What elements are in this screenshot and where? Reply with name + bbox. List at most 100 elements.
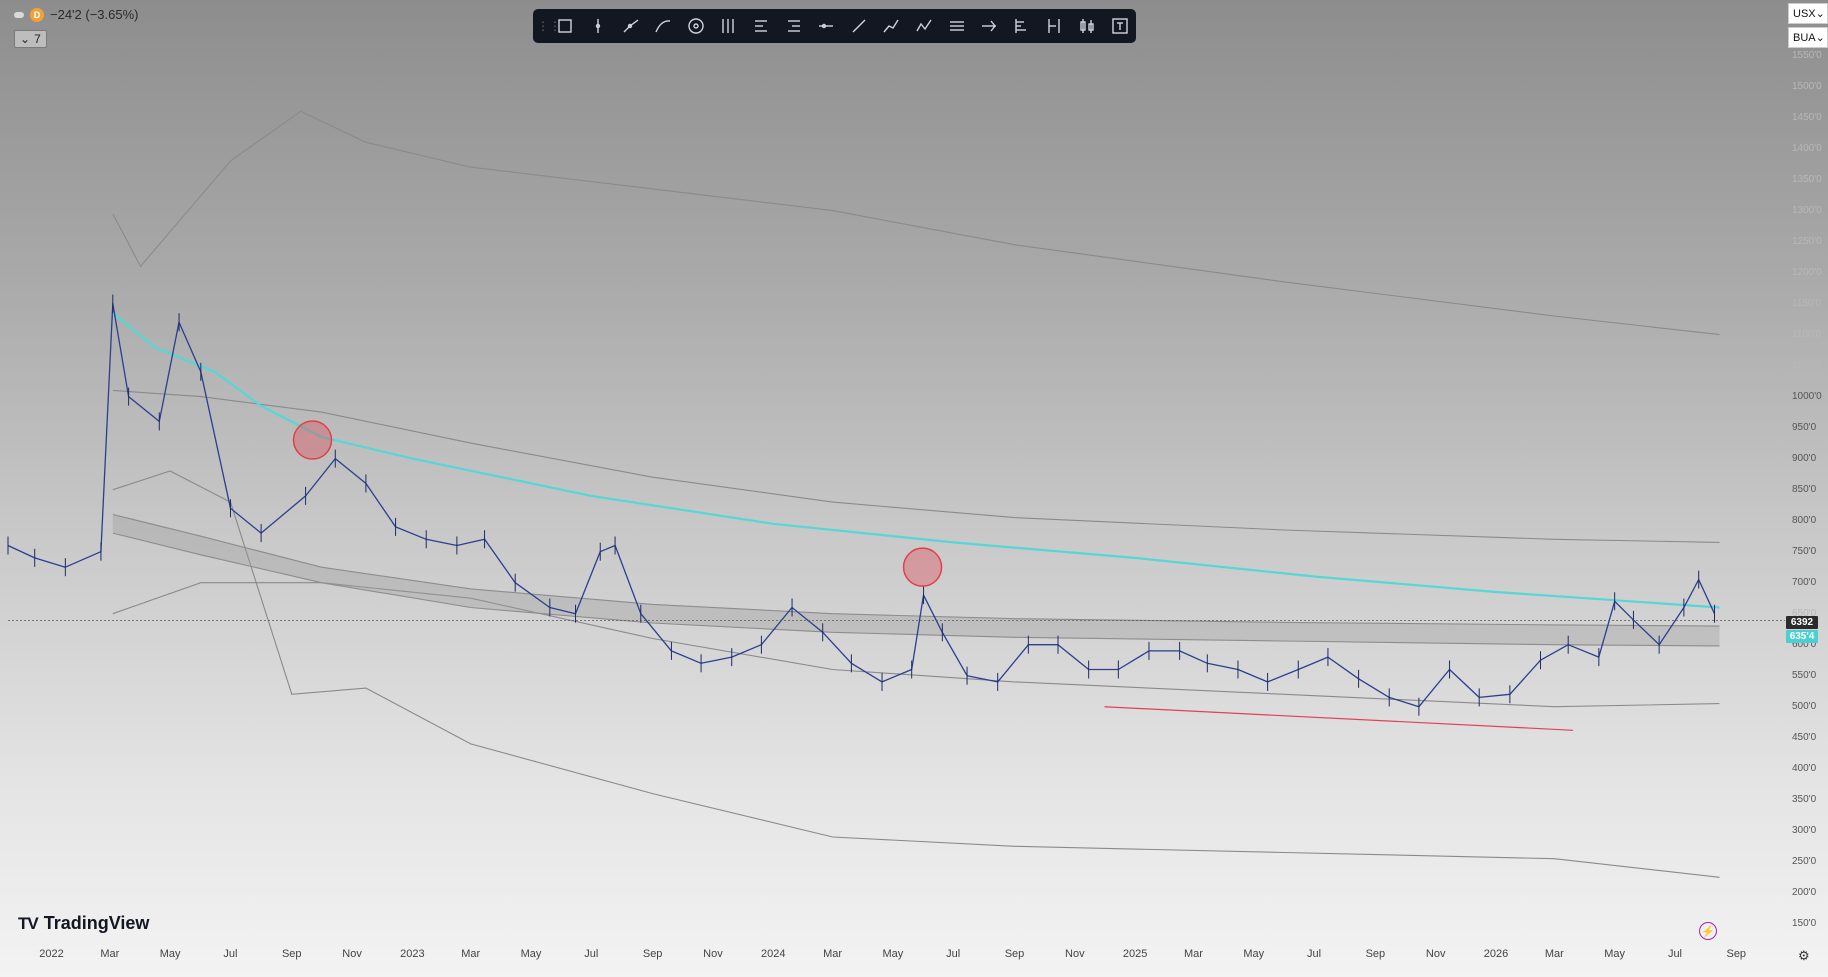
price-axis-label: 1350'0 (1792, 173, 1822, 185)
price-layer (7, 294, 1716, 716)
fib-retracement-icon (982, 20, 997, 32)
path-tool-button[interactable] (614, 9, 647, 43)
price-axis-label: 1000'0 (1792, 390, 1822, 402)
candle-pattern-tool-button[interactable] (1071, 9, 1104, 43)
horizontal-ray-tool-button[interactable] (810, 9, 843, 43)
short-position-icon (787, 20, 800, 32)
price-axis-label: 1450'0 (1792, 111, 1822, 123)
time-axis-label: May (882, 948, 904, 960)
vertical-line-tool-button[interactable] (582, 9, 615, 43)
price-axis-label: 500'0 (1792, 700, 1817, 712)
trend-line-tool-button[interactable] (842, 9, 875, 43)
price-axis-label: 350'0 (1792, 793, 1817, 805)
time-axis-label: Sep (1726, 948, 1747, 960)
price-axis-label: 850'0 (1792, 483, 1817, 495)
time-axis-label: Jul (1667, 948, 1682, 960)
price-axis-label: 1500'0 (1792, 80, 1822, 92)
time-axis-label: 2024 (761, 948, 786, 960)
text-tool-tool-button[interactable] (1103, 9, 1136, 43)
zigzag-icon (916, 19, 932, 32)
price-axis-label: 950'0 (1792, 421, 1817, 433)
pitchfork-tool-button[interactable] (712, 9, 745, 43)
rectangle-tool-button[interactable] (549, 9, 582, 43)
long-position-icon (754, 20, 767, 32)
logo-text: TradingView (43, 913, 150, 933)
drag-handle-icon[interactable] (14, 11, 24, 18)
time-axis-label: May (159, 948, 181, 960)
chevron-down-icon: ⌄ (1815, 32, 1825, 44)
price-axis-label: 250'0 (1792, 855, 1817, 867)
price-axis-label: 1250'0 (1792, 235, 1822, 247)
time-axis-label: Sep (1004, 948, 1025, 960)
candle-pattern-icon (1080, 19, 1094, 33)
tradingview-logo[interactable]: TV TradingView (18, 913, 149, 934)
time-axis-label: Nov (703, 948, 723, 960)
curve-tool-button[interactable] (647, 9, 680, 43)
time-axis-label: 2023 (400, 948, 425, 960)
horizontal-ray-icon (819, 23, 834, 29)
volume-profile-tool-button[interactable] (1006, 9, 1039, 43)
pitchfork-icon (722, 19, 735, 33)
price-axis-label: 1150'0 (1792, 297, 1821, 309)
price-axis-label: 1100'0 (1792, 328, 1821, 340)
time-axis-label: Jul (1307, 948, 1322, 960)
polyline-icon (883, 19, 899, 33)
price-axis-label: 450'0 (1792, 731, 1817, 743)
price-axis-label: 900'0 (1792, 452, 1817, 464)
price-axis-label: 200'0 (1792, 886, 1817, 898)
time-axis-label: Sep (281, 948, 302, 960)
price-axis-label: 550'0 (1792, 669, 1817, 681)
polyline-tool-button[interactable] (875, 9, 908, 43)
lightning-icon[interactable]: ⚡ (1699, 922, 1717, 940)
price-axis-label: 700'0 (1792, 576, 1817, 588)
long-position-tool-button[interactable] (745, 9, 778, 43)
time-axis-label: Sep (1365, 948, 1386, 960)
upper-band-2-line (112, 110, 1720, 336)
rejection-marker (292, 420, 333, 460)
price-axis-label: 300'0 (1792, 824, 1817, 836)
time-axis-label: Mar (823, 948, 843, 960)
indicators-toggle[interactable]: ⌄ 7 (14, 30, 47, 48)
fib-retracement-tool-button[interactable] (973, 9, 1006, 43)
time-axis-label: Jul (223, 948, 238, 960)
price-axis-label: 1200'0 (1792, 266, 1822, 278)
fixed-range-tool-button[interactable] (1038, 9, 1071, 43)
rejection-marker (902, 547, 943, 587)
parallel-lines-icon (949, 21, 964, 31)
time-axis-label: Mar (100, 948, 120, 960)
zigzag-tool-button[interactable] (908, 9, 941, 43)
time-axis-label: Nov (342, 948, 362, 960)
time-axis-label: Mar (1183, 948, 1203, 960)
short-position-tool-button[interactable] (777, 9, 810, 43)
price-line (7, 302, 1716, 708)
price-chart[interactable] (0, 0, 1828, 977)
price-axis-label: 1550'0 (1792, 49, 1822, 61)
time-axis-label: 2022 (39, 948, 64, 960)
parallel-lines-tool-button[interactable] (940, 9, 973, 43)
toolbar-grip-icon[interactable]: ⋮⋮ (537, 19, 561, 33)
price-axis-label: 1300'0 (1792, 204, 1822, 216)
chevron-down-icon: ⌄ (20, 32, 31, 46)
time-axis-label: Mar (461, 948, 481, 960)
support-line (1104, 706, 1574, 731)
time-axis-label: 2025 (1122, 948, 1148, 960)
ma-fill-layer (112, 312, 1720, 646)
change-readout: −24'2 (−3.65%) (50, 7, 139, 22)
gear-icon[interactable]: ⚙ (1798, 948, 1810, 964)
time-axis-label: Nov (1425, 948, 1446, 960)
drawing-toolbar: ⋮⋮ (533, 9, 1136, 43)
unit-select[interactable]: BUA ⌄ (1788, 27, 1828, 48)
symbol-header: D −24'2 (−3.65%) (14, 7, 139, 22)
last-price-tag: 6392 (1786, 616, 1818, 629)
circle-tool-button[interactable] (679, 9, 712, 43)
volume-profile-icon (1015, 19, 1026, 33)
currency-select[interactable]: USX ⌄ (1788, 3, 1828, 24)
ma-price-tag: 635'4 (1786, 630, 1818, 643)
time-axis-label: May (520, 948, 542, 960)
time-axis-label: Jul (584, 948, 599, 960)
path-icon (623, 19, 638, 33)
price-axis-label: 400'0 (1792, 762, 1817, 774)
time-axis-label: Jul (946, 948, 961, 960)
chevron-down-icon: ⌄ (1815, 8, 1825, 20)
price-axis-label: 1050'0 (1792, 359, 1822, 371)
